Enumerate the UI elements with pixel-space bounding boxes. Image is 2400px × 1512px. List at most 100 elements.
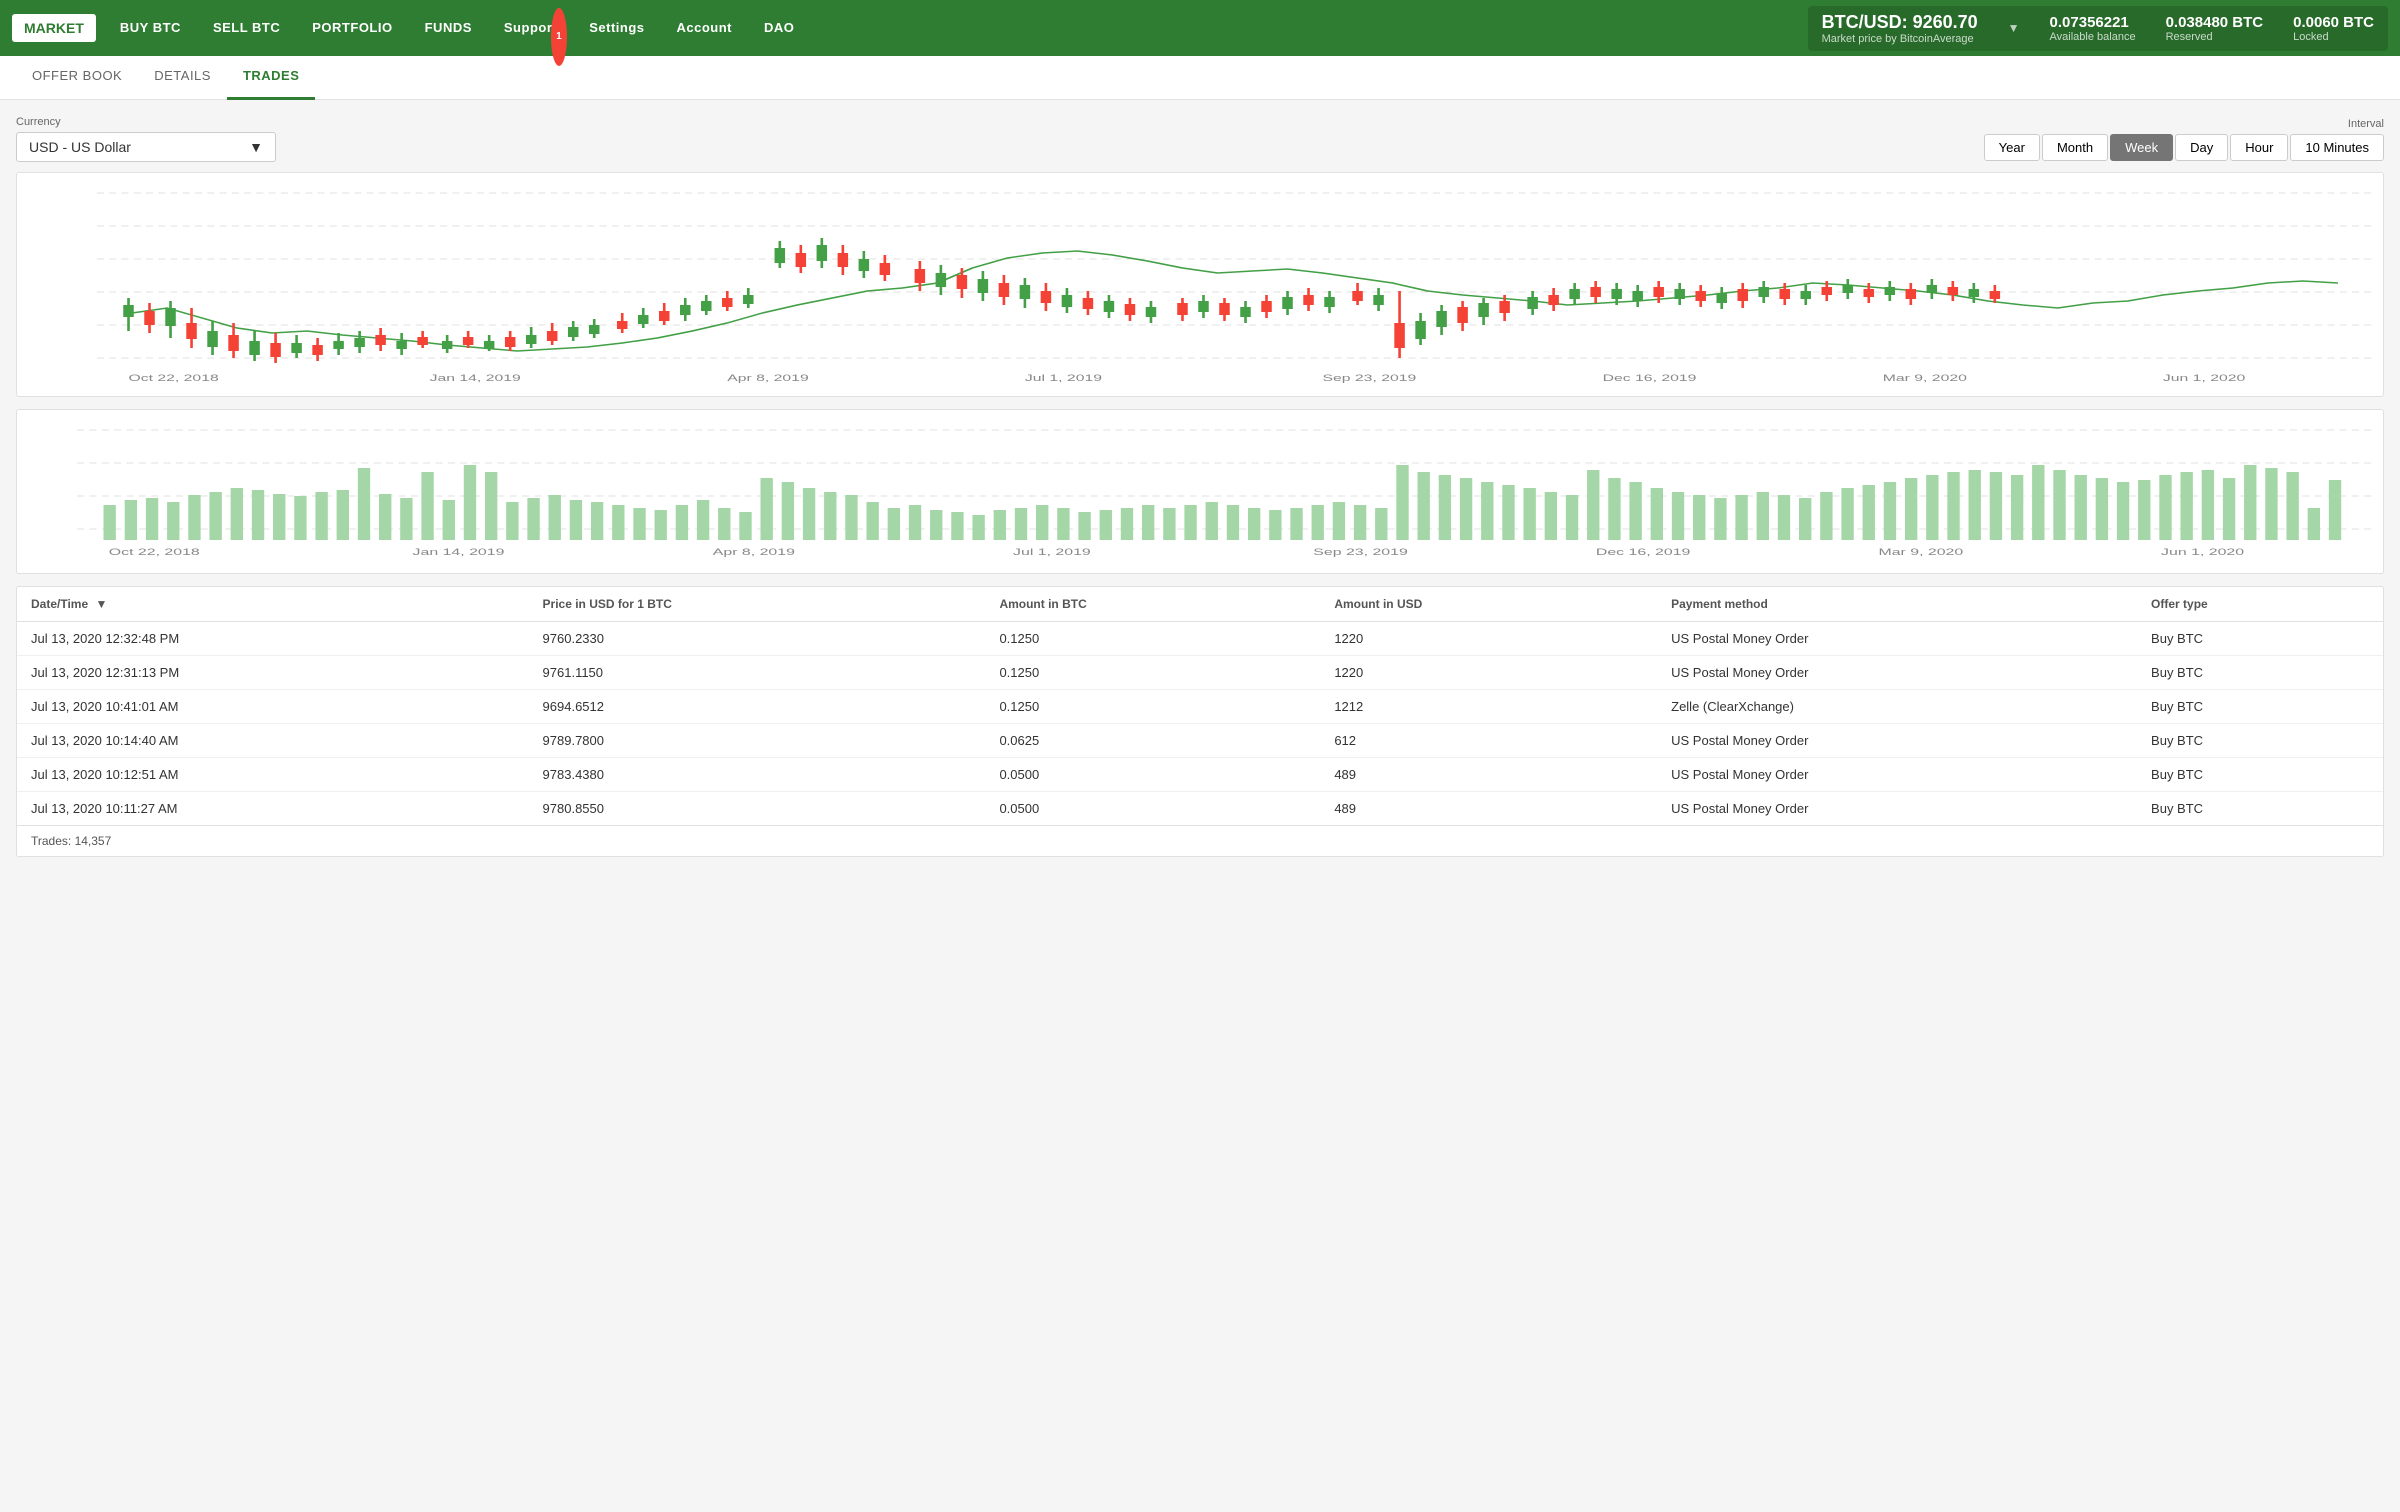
nav-sell-btc[interactable]: SELL BTC: [197, 0, 296, 56]
sub-navigation: OFFER BOOK DETAILS TRADES: [0, 56, 2400, 100]
cell-payment: US Postal Money Order: [1657, 724, 2137, 758]
nav-settings[interactable]: Settings: [573, 0, 660, 56]
svg-text:Jul 1, 2019: Jul 1, 2019: [1013, 547, 1091, 557]
trades-count: Trades: 14,357: [17, 825, 2383, 856]
cell-payment: Zelle (ClearXchange): [1657, 690, 2137, 724]
interval-buttons: Year Month Week Day Hour 10 Minutes: [1984, 134, 2384, 161]
cell-amount-usd: 1212: [1320, 690, 1657, 724]
chart-controls: Currency USD - US Dollar ▼ Interval Year…: [16, 116, 2384, 162]
cell-amount-btc: 0.0625: [985, 724, 1320, 758]
btc-price-value: BTC/USD: 9260.70: [1822, 12, 1978, 33]
interval-month[interactable]: Month: [2042, 134, 2108, 161]
cell-offer-type: Buy BTC: [2137, 690, 2383, 724]
cell-price: 9694.6512: [529, 690, 986, 724]
cell-amount-btc: 0.1250: [985, 656, 1320, 690]
cell-offer-type: Buy BTC: [2137, 622, 2383, 656]
cell-datetime: Jul 13, 2020 10:11:27 AM: [17, 792, 529, 826]
cell-offer-type: Buy BTC: [2137, 724, 2383, 758]
available-balance-value: 0.07356221: [2050, 14, 2136, 31]
nav-funds[interactable]: FUNDS: [409, 0, 488, 56]
cell-price: 9783.4380: [529, 758, 986, 792]
cell-price: 9780.8550: [529, 792, 986, 826]
cell-price: 9789.7800: [529, 724, 986, 758]
cell-payment: US Postal Money Order: [1657, 656, 2137, 690]
cell-offer-type: Buy BTC: [2137, 792, 2383, 826]
svg-text:Sep 23, 2019: Sep 23, 2019: [1313, 547, 1408, 557]
cell-amount-usd: 1220: [1320, 656, 1657, 690]
cell-datetime: Jul 13, 2020 10:12:51 AM: [17, 758, 529, 792]
sort-arrow-datetime[interactable]: ▼: [95, 597, 107, 611]
available-balance-block: 0.07356221 Available balance: [2050, 14, 2136, 43]
svg-text:Oct 22, 2018: Oct 22, 2018: [129, 373, 219, 383]
tab-details[interactable]: DETAILS: [138, 56, 227, 100]
volume-chart-container: 10.00 7.50 5.00 2.50 0.00: [16, 409, 2384, 574]
col-price[interactable]: Price in USD for 1 BTC: [529, 587, 986, 622]
cell-datetime: Jul 13, 2020 10:41:01 AM: [17, 690, 529, 724]
tab-trades[interactable]: TRADES: [227, 56, 315, 100]
svg-text:Apr 8, 2019: Apr 8, 2019: [727, 373, 808, 383]
reserved-block: 0.038480 BTC Reserved: [2166, 14, 2264, 43]
available-balance-label: Available balance: [2050, 31, 2136, 43]
table-row: Jul 13, 2020 10:12:51 AM 9783.4380 0.050…: [17, 758, 2383, 792]
svg-text:Jan 14, 2019: Jan 14, 2019: [430, 373, 521, 383]
tab-offer-book[interactable]: OFFER BOOK: [16, 56, 138, 100]
cell-amount-usd: 612: [1320, 724, 1657, 758]
col-datetime[interactable]: Date/Time ▼: [17, 587, 529, 622]
interval-week[interactable]: Week: [2110, 134, 2173, 161]
reserved-label: Reserved: [2166, 31, 2264, 43]
currency-value: USD - US Dollar: [29, 139, 131, 155]
cell-payment: US Postal Money Order: [1657, 792, 2137, 826]
cell-price: 9760.2330: [529, 622, 986, 656]
table-row: Jul 13, 2020 10:14:40 AM 9789.7800 0.062…: [17, 724, 2383, 758]
interval-day[interactable]: Day: [2175, 134, 2228, 161]
svg-text:Mar 9, 2020: Mar 9, 2020: [1883, 373, 1967, 383]
nav-buy-btc[interactable]: BUY BTC: [104, 0, 197, 56]
nav-dao[interactable]: DAO: [748, 0, 810, 56]
svg-text:Jan 14, 2019: Jan 14, 2019: [413, 547, 505, 557]
price-chart-container: 15000 12500 10000 7500 5000 2500: [16, 172, 2384, 397]
svg-text:Dec 16, 2019: Dec 16, 2019: [1596, 547, 1690, 557]
table-row: Jul 13, 2020 12:31:13 PM 9761.1150 0.125…: [17, 656, 2383, 690]
currency-section: Currency USD - US Dollar ▼: [16, 116, 276, 162]
cell-price: 9761.1150: [529, 656, 986, 690]
cell-amount-btc: 0.1250: [985, 690, 1320, 724]
col-payment[interactable]: Payment method: [1657, 587, 2137, 622]
cell-amount-btc: 0.0500: [985, 758, 1320, 792]
cell-amount-btc: 0.0500: [985, 792, 1320, 826]
svg-text:Jun 1, 2020: Jun 1, 2020: [2161, 547, 2244, 557]
top-navigation: MARKET BUY BTC SELL BTC PORTFOLIO FUNDS …: [0, 0, 2400, 56]
col-offer-type[interactable]: Offer type: [2137, 587, 2383, 622]
main-content: Currency USD - US Dollar ▼ Interval Year…: [0, 100, 2400, 873]
cell-amount-btc: 0.1250: [985, 622, 1320, 656]
nav-portfolio[interactable]: PORTFOLIO: [296, 0, 408, 56]
interval-10min[interactable]: 10 Minutes: [2290, 134, 2384, 161]
price-dropdown-arrow[interactable]: ▼: [2008, 21, 2020, 35]
cell-amount-usd: 489: [1320, 758, 1657, 792]
cell-offer-type: Buy BTC: [2137, 656, 2383, 690]
interval-year[interactable]: Year: [1984, 134, 2040, 161]
reserved-value: 0.038480 BTC: [2166, 14, 2264, 31]
svg-text:Sep 23, 2019: Sep 23, 2019: [1323, 373, 1417, 383]
cell-datetime: Jul 13, 2020 12:31:13 PM: [17, 656, 529, 690]
svg-text:Apr 8, 2019: Apr 8, 2019: [713, 547, 795, 557]
currency-label: Currency: [16, 116, 276, 128]
cell-datetime: Jul 13, 2020 10:14:40 AM: [17, 724, 529, 758]
cell-offer-type: Buy BTC: [2137, 758, 2383, 792]
currency-select[interactable]: USD - US Dollar ▼: [16, 132, 276, 162]
col-amount-btc[interactable]: Amount in BTC: [985, 587, 1320, 622]
interval-hour[interactable]: Hour: [2230, 134, 2288, 161]
col-amount-usd[interactable]: Amount in USD: [1320, 587, 1657, 622]
table-header-row: Date/Time ▼ Price in USD for 1 BTC Amoun…: [17, 587, 2383, 622]
cell-datetime: Jul 13, 2020 12:32:48 PM: [17, 622, 529, 656]
interval-section: Interval Year Month Week Day Hour 10 Min…: [1984, 118, 2384, 161]
trades-table: Date/Time ▼ Price in USD for 1 BTC Amoun…: [17, 587, 2383, 825]
nav-account[interactable]: Account: [661, 0, 749, 56]
table-row: Jul 13, 2020 10:11:27 AM 9780.8550 0.050…: [17, 792, 2383, 826]
interval-label: Interval: [2348, 118, 2384, 130]
svg-text:Jul 1, 2019: Jul 1, 2019: [1025, 373, 1102, 383]
nav-support[interactable]: Support 1: [488, 0, 573, 56]
locked-label: Locked: [2293, 31, 2374, 43]
table-row: Jul 13, 2020 12:32:48 PM 9760.2330 0.125…: [17, 622, 2383, 656]
market-brand[interactable]: MARKET: [12, 14, 96, 42]
price-info-panel: BTC/USD: 9260.70 Market price by Bitcoin…: [1808, 6, 2388, 51]
